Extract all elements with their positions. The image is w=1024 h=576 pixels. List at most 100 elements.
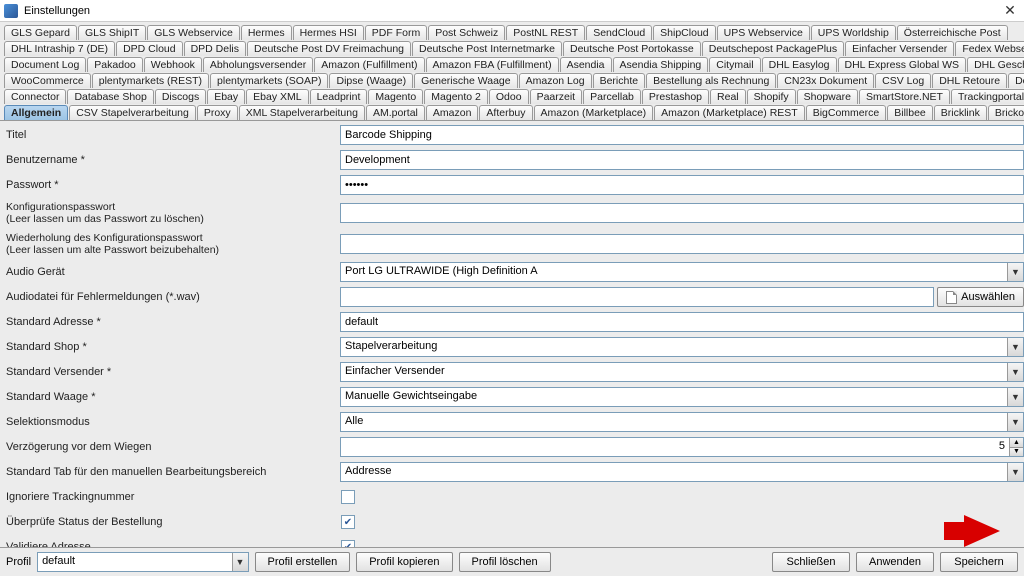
tab-generische-waage[interactable]: Generische Waage	[414, 73, 518, 88]
combo-audio-geraet[interactable]: Port LG ULTRAWIDE (High Definition A ▼	[340, 262, 1024, 282]
tab-gls-shipit[interactable]: GLS ShipIT	[78, 25, 146, 40]
tab-smartstore-net[interactable]: SmartStore.NET	[859, 89, 950, 104]
tab-document-downloader[interactable]: Document Downloader	[1008, 73, 1024, 88]
tab-pakadoo[interactable]: Pakadoo	[87, 57, 142, 72]
input-benutzername[interactable]	[340, 150, 1024, 170]
tab-dpd-cloud[interactable]: DPD Cloud	[116, 41, 183, 56]
tab-xml-stapelverarbeitung[interactable]: XML Stapelverarbeitung	[239, 105, 365, 120]
anwenden-button[interactable]: Anwenden	[856, 552, 934, 572]
tab-gls-webservice[interactable]: GLS Webservice	[147, 25, 240, 40]
tab-deutsche-post-portokasse[interactable]: Deutsche Post Portokasse	[563, 41, 701, 56]
tab-leadprint[interactable]: Leadprint	[310, 89, 368, 104]
input-passwort[interactable]	[340, 175, 1024, 195]
tab-amazon-marketplace-[interactable]: Amazon (Marketplace)	[534, 105, 654, 120]
tab-document-log[interactable]: Document Log	[4, 57, 86, 72]
tab-real[interactable]: Real	[710, 89, 746, 104]
tab-database-shop[interactable]: Database Shop	[67, 89, 153, 104]
tab-amazon-fba-fulfillment-[interactable]: Amazon FBA (Fulfillment)	[426, 57, 559, 72]
tab-asendia[interactable]: Asendia	[560, 57, 612, 72]
chevron-down-icon[interactable]: ▼	[1007, 388, 1023, 406]
tab-afterbuy[interactable]: Afterbuy	[479, 105, 532, 120]
tab--sterreichische-post[interactable]: Österreichische Post	[897, 25, 1008, 40]
tab-fedex-webservice[interactable]: Fedex Webservice	[955, 41, 1024, 56]
input-titel[interactable]	[340, 125, 1024, 145]
tab-prestashop[interactable]: Prestashop	[642, 89, 709, 104]
tab-cn23x-dokument[interactable]: CN23x Dokument	[777, 73, 874, 88]
checkbox-ignore-tracking[interactable]	[341, 490, 355, 504]
tab-shipcloud[interactable]: ShipCloud	[653, 25, 715, 40]
tab-asendia-shipping[interactable]: Asendia Shipping	[613, 57, 709, 72]
tab-citymail[interactable]: Citymail	[709, 57, 760, 72]
chevron-down-icon[interactable]: ▼	[1007, 338, 1023, 356]
combo-std-shop[interactable]: Stapelverarbeitung ▼	[340, 337, 1024, 357]
profil-erstellen-button[interactable]: Profil erstellen	[255, 552, 351, 572]
tab-dhl-retoure[interactable]: DHL Retoure	[932, 73, 1007, 88]
combo-std-tab[interactable]: Addresse ▼	[340, 462, 1024, 482]
checkbox-validate-addr[interactable]: ✔	[341, 540, 355, 547]
tab-amazon-log[interactable]: Amazon Log	[519, 73, 592, 88]
tab-bricklink[interactable]: Bricklink	[934, 105, 987, 120]
tab-magento[interactable]: Magento	[368, 89, 423, 104]
tab-am-portal[interactable]: AM.portal	[366, 105, 425, 120]
tab-connector[interactable]: Connector	[4, 89, 66, 104]
tab-amazon-marketplace-rest[interactable]: Amazon (Marketplace) REST	[654, 105, 805, 120]
form-scroll[interactable]: Titel Benutzername * Passwort * Konfigur…	[0, 121, 1024, 547]
chevron-down-icon[interactable]: ▼	[1007, 263, 1023, 281]
chevron-down-icon[interactable]: ▼	[1007, 413, 1023, 431]
profil-kopieren-button[interactable]: Profil kopieren	[356, 552, 452, 572]
tab-ups-webservice[interactable]: UPS Webservice	[717, 25, 810, 40]
tab-deutsche-post-internetmarke[interactable]: Deutsche Post Internetmarke	[412, 41, 562, 56]
tab-amazon-fulfillment-[interactable]: Amazon (Fulfillment)	[314, 57, 424, 72]
tab-berichte[interactable]: Berichte	[593, 73, 646, 88]
spinner-verzoegerung[interactable]: 5 ▲▼	[340, 437, 1024, 457]
tab-bestellung-als-rechnung[interactable]: Bestellung als Rechnung	[646, 73, 776, 88]
chevron-down-icon[interactable]: ▼	[232, 553, 248, 571]
tab-ebay-xml[interactable]: Ebay XML	[246, 89, 308, 104]
input-std-adresse[interactable]	[340, 312, 1024, 332]
tab-hermes-hsi[interactable]: Hermes HSI	[293, 25, 364, 40]
tab-hermes[interactable]: Hermes	[241, 25, 292, 40]
tab-csv-stapelverarbeitung[interactable]: CSV Stapelverarbeitung	[69, 105, 196, 120]
tab-einfacher-versender[interactable]: Einfacher Versender	[845, 41, 954, 56]
tab-discogs[interactable]: Discogs	[155, 89, 206, 104]
tab-dpd-delis[interactable]: DPD Delis	[184, 41, 246, 56]
tab-dhl-easylog[interactable]: DHL Easylog	[762, 57, 837, 72]
auswaehlen-button[interactable]: Auswählen	[937, 287, 1024, 307]
spinner-down-icon[interactable]: ▼	[1010, 448, 1023, 457]
tab-abholungsversender[interactable]: Abholungsversender	[203, 57, 313, 72]
input-konfig-passwort[interactable]	[340, 203, 1024, 223]
tab-post-schweiz[interactable]: Post Schweiz	[428, 25, 505, 40]
close-icon[interactable]: ✕	[1000, 2, 1020, 19]
tab-dipse-waage-[interactable]: Dipse (Waage)	[329, 73, 413, 88]
tab-ebay[interactable]: Ebay	[207, 89, 245, 104]
tab-ups-worldship[interactable]: UPS Worldship	[811, 25, 896, 40]
chevron-down-icon[interactable]: ▼	[1007, 363, 1023, 381]
tab-csv-log[interactable]: CSV Log	[875, 73, 931, 88]
combo-selektionsmodus[interactable]: Alle ▼	[340, 412, 1024, 432]
tab-amazon[interactable]: Amazon	[426, 105, 479, 120]
tab-postnl-rest[interactable]: PostNL REST	[506, 25, 585, 40]
tab-dhl-gesch-ftskundenversand[interactable]: DHL Geschäftskundenversand	[967, 57, 1024, 72]
tab-paarzeit[interactable]: Paarzeit	[530, 89, 583, 104]
combo-std-versender[interactable]: Einfacher Versender ▼	[340, 362, 1024, 382]
tab-bigcommerce[interactable]: BigCommerce	[806, 105, 887, 120]
tab-pdf-form[interactable]: PDF Form	[365, 25, 427, 40]
tab-billbee[interactable]: Billbee	[887, 105, 933, 120]
tab-trackingportal[interactable]: Trackingportal	[951, 89, 1024, 104]
tab-deutschepost-packageplus[interactable]: Deutschepost PackagePlus	[702, 41, 844, 56]
tab-woocommerce[interactable]: WooCommerce	[4, 73, 91, 88]
tab-parcellab[interactable]: Parcellab	[583, 89, 641, 104]
tab-shopware[interactable]: Shopware	[797, 89, 858, 104]
tab-odoo[interactable]: Odoo	[489, 89, 529, 104]
schliessen-button[interactable]: Schließen	[772, 552, 850, 572]
speichern-button[interactable]: Speichern	[940, 552, 1018, 572]
checkbox-check-status[interactable]: ✔	[341, 515, 355, 529]
tab-deutsche-post-dv-freimachung[interactable]: Deutsche Post DV Freimachung	[247, 41, 411, 56]
tab-dhl-intraship-7-de-[interactable]: DHL Intraship 7 (DE)	[4, 41, 115, 56]
input-konfig-passwort-wdh[interactable]	[340, 234, 1024, 254]
tab-webhook[interactable]: Webhook	[144, 57, 202, 72]
tab-brickowl[interactable]: Brickowl	[988, 105, 1024, 120]
spinner-up-icon[interactable]: ▲	[1010, 438, 1023, 448]
tab-plentymarkets-soap-[interactable]: plentymarkets (SOAP)	[210, 73, 328, 88]
tab-allgemein[interactable]: Allgemein	[4, 105, 68, 120]
